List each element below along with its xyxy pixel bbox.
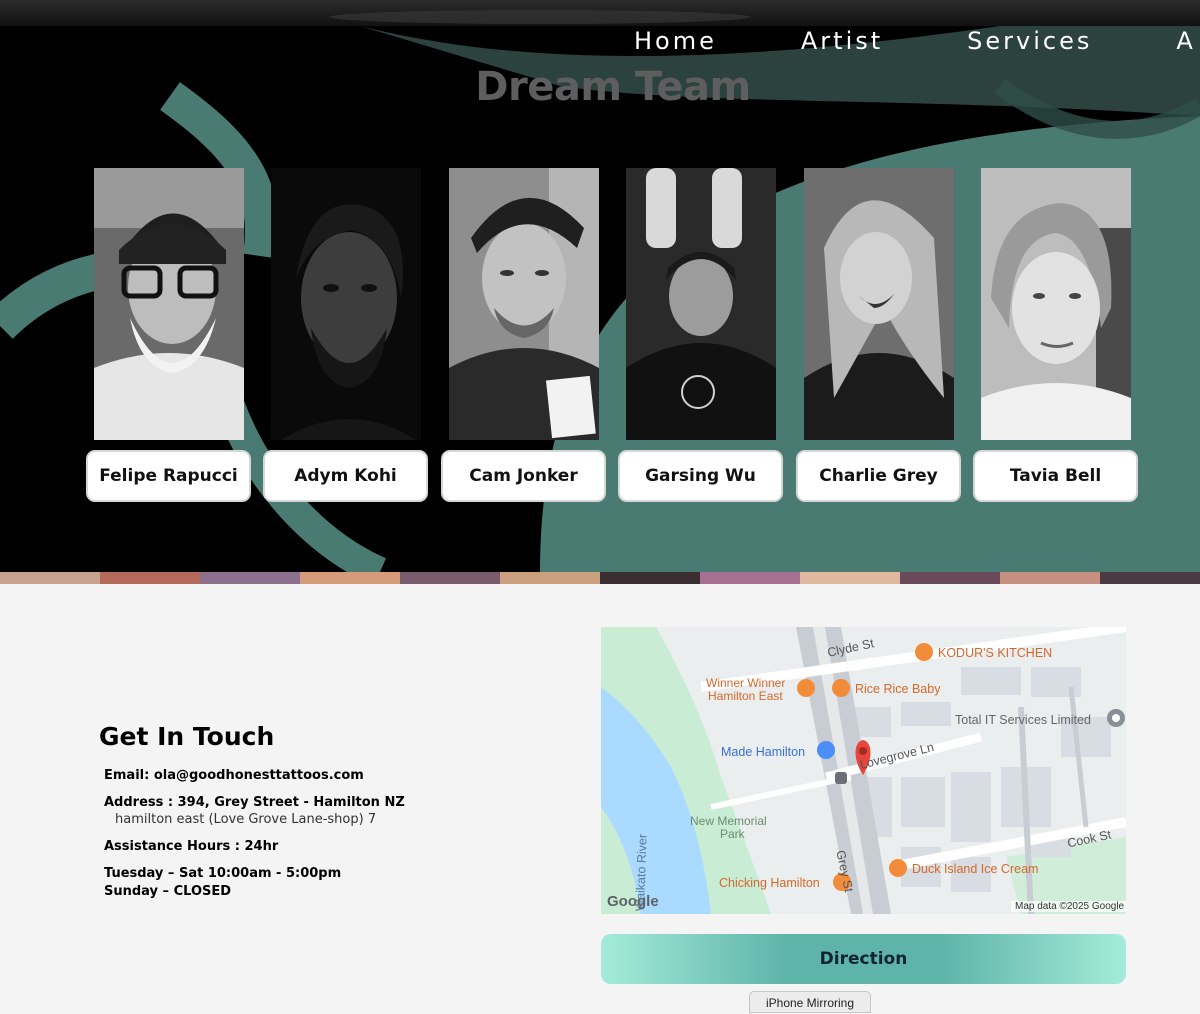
location-map[interactable]: Clyde St KODUR'S KITCHEN Winner Winner H… <box>601 627 1126 914</box>
decorative-image-strip <box>0 572 1200 584</box>
nav-truncated[interactable]: A <box>1176 26 1195 56</box>
nav-artist[interactable]: Artist <box>801 26 883 56</box>
contact-assistance-hours: Assistance Hours : 24hr <box>104 839 279 854</box>
artist-photo-cam-jonker[interactable] <box>449 168 599 440</box>
artist-name-button[interactable]: Cam Jonker <box>441 450 606 502</box>
artist-name-button[interactable]: Tavia Bell <box>973 450 1138 502</box>
map-place-label: Total IT Services Limited <box>955 713 1091 727</box>
artist-photo-garsing-wu[interactable] <box>626 168 776 440</box>
contact-heading: Get In Touch <box>99 722 275 751</box>
contact-hours-sunday: Sunday – CLOSED <box>104 884 232 899</box>
map-place-label: New Memorial <box>690 814 767 828</box>
map-attribution[interactable]: Map data ©2025 Google <box>1011 901 1126 912</box>
artist-name-button[interactable]: Charlie Grey <box>796 450 961 502</box>
page-title: Dream Team <box>475 64 751 110</box>
artist-name-button[interactable]: Garsing Wu <box>618 450 783 502</box>
map-place-label: KODUR'S KITCHEN <box>938 646 1053 660</box>
artist-photo-adym-kohi[interactable] <box>271 168 421 440</box>
artist-name-button[interactable]: Adym Kohi <box>263 450 428 502</box>
map-place-label: Park <box>720 827 745 841</box>
artist-photo-tavia-bell[interactable] <box>981 168 1131 440</box>
google-logo: Google <box>607 893 659 910</box>
map-place-label: Hamilton East <box>708 689 783 703</box>
contact-address: Address : 394, Grey Street - Hamilton NZ <box>104 795 405 810</box>
nav-services[interactable]: Services <box>967 26 1092 56</box>
map-place-label: Chicking Hamilton <box>719 876 820 890</box>
direction-button[interactable]: Direction <box>601 934 1126 984</box>
main-nav: Home Artist Services A <box>634 26 1200 56</box>
map-place-label: Made Hamilton <box>721 745 806 759</box>
hero-section: Home Artist Services A Dream Team Felipe… <box>0 26 1200 572</box>
top-strip <box>0 0 1200 26</box>
map-place-label: Duck Island Ice Cream <box>912 862 1039 876</box>
contact-address-detail: hamilton east (Love Grove Lane-shop) 7 <box>115 812 377 827</box>
artist-photo-charlie-grey[interactable] <box>804 168 954 440</box>
map-place-label: Rice Rice Baby <box>855 682 941 696</box>
map-place-label: Winner Winner <box>706 676 786 690</box>
contact-email: Email: ola@goodhonesttattoos.com <box>104 768 364 783</box>
contact-hours-weekday: Tuesday – Sat 10:00am - 5:00pm <box>104 866 342 881</box>
system-tooltip: iPhone Mirroring <box>749 991 871 1013</box>
contact-section: Get In Touch Email: ola@goodhonesttattoo… <box>0 584 1200 1009</box>
artist-name-button[interactable]: Felipe Rapucci <box>86 450 251 502</box>
nav-home[interactable]: Home <box>634 26 717 56</box>
artist-photo-felipe-rapucci[interactable] <box>94 168 244 440</box>
